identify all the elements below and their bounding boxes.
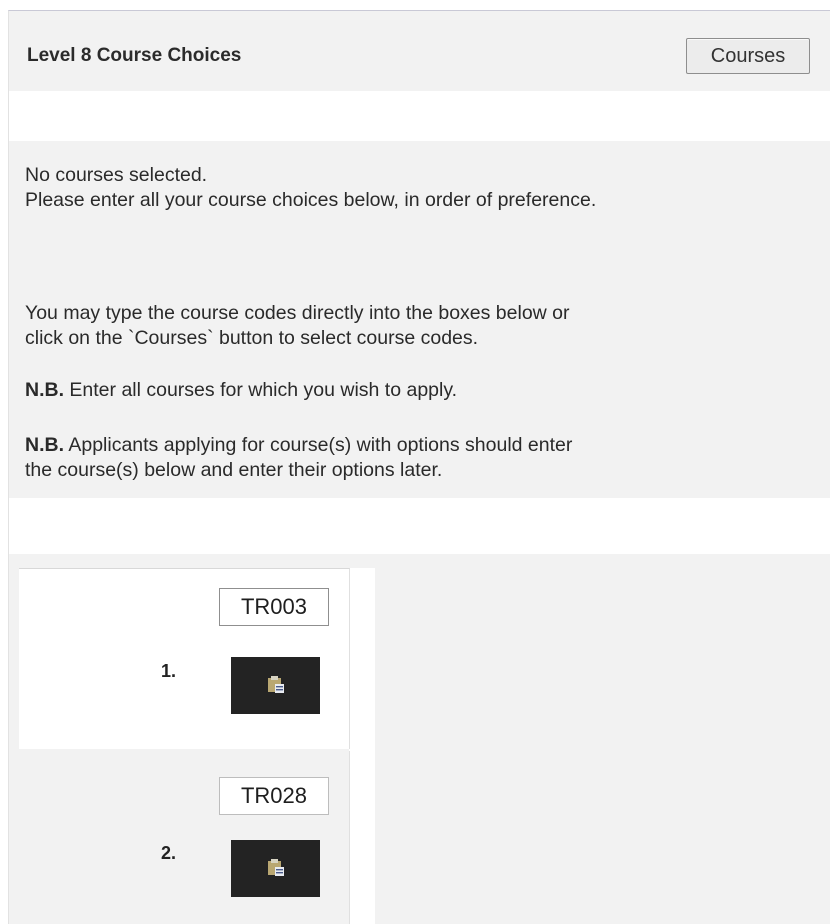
nb-options: N.B. Applicants applying for course(s) w… <box>25 433 785 483</box>
course-code-input-2[interactable] <box>219 777 329 815</box>
choice-number: 2. <box>161 843 177 863</box>
type-codes-line1: You may type the course codes directly i… <box>25 302 570 324</box>
order-instruction-text: Please enter all your course choices bel… <box>25 189 597 211</box>
no-courses-text: No courses selected. <box>25 164 208 186</box>
panel-header: Level 8 Course Choices Courses <box>9 11 830 91</box>
type-codes-line2: click on the `Courses` button to select … <box>25 327 479 349</box>
course-choice-row: 2. <box>19 751 350 924</box>
course-choices-panel: Level 8 Course Choices Courses No course… <box>8 10 830 924</box>
course-code-input-1[interactable] <box>219 588 329 626</box>
nb-options-line2: the course(s) below and enter their opti… <box>25 459 443 481</box>
selection-status: No courses selected. Please enter all yo… <box>25 163 785 213</box>
choice-number: 1. <box>161 661 177 681</box>
select-course-button-1[interactable] <box>231 657 320 714</box>
courses-button[interactable]: Courses <box>686 38 810 74</box>
page-title: Level 8 Course Choices <box>27 45 242 66</box>
nb-enter-all-text: Enter all courses for which you wish to … <box>64 379 458 401</box>
clipboard-icon <box>266 857 286 880</box>
nb-label: N.B. <box>25 379 64 401</box>
nb-enter-all: N.B. Enter all courses for which you wis… <box>25 378 785 403</box>
instructions-box: No courses selected. Please enter all yo… <box>9 141 830 498</box>
nb-label: N.B. <box>25 434 64 456</box>
clipboard-icon <box>266 674 286 697</box>
select-course-button-2[interactable] <box>231 840 320 897</box>
nb-options-line1: Applicants applying for course(s) with o… <box>64 434 573 456</box>
choices-column-edge <box>349 568 375 924</box>
course-choice-row: 1. <box>19 568 350 749</box>
type-codes-instruction: You may type the course codes directly i… <box>25 301 785 351</box>
